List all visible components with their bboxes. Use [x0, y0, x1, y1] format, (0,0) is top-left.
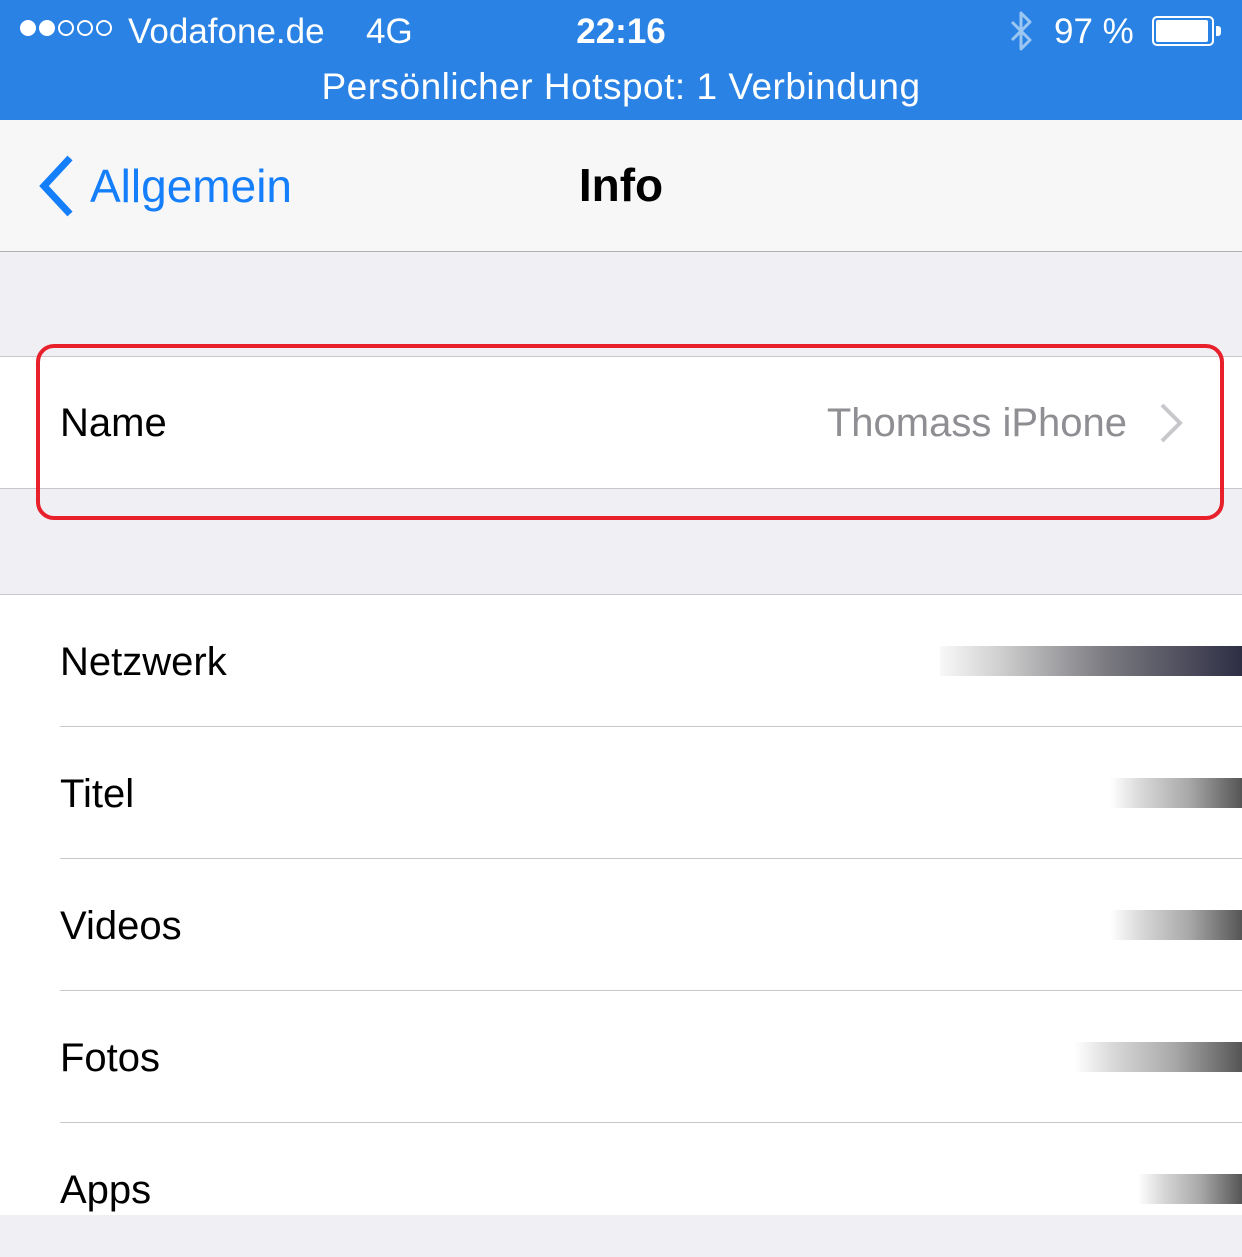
chevron-right-icon — [1160, 403, 1183, 443]
list-item: Fotos — [0, 991, 1242, 1123]
list-item: Videos — [0, 859, 1242, 991]
titel-label: Titel — [60, 772, 135, 816]
redacted-value — [1110, 778, 1242, 808]
list-item: Netzwerk — [0, 595, 1242, 727]
page-title: Info — [578, 159, 664, 211]
hotspot-banner[interactable]: Persönlicher Hotspot: 1 Verbindung — [0, 66, 1242, 108]
name-row[interactable]: Name Thomass iPhone — [0, 357, 1242, 489]
battery-level-fill — [1156, 20, 1209, 42]
list-item: Titel — [0, 727, 1242, 859]
list-item: Apps — [0, 1123, 1242, 1255]
battery-percentage: 97 % — [1054, 12, 1134, 51]
redacted-value — [1110, 910, 1242, 940]
redacted-value — [940, 646, 1242, 676]
redacted-value — [1074, 1042, 1242, 1072]
videos-label: Videos — [60, 904, 182, 948]
apps-label: Apps — [60, 1168, 152, 1212]
battery-icon — [1152, 16, 1214, 46]
battery-tip — [1216, 26, 1221, 36]
name-label: Name — [60, 401, 167, 445]
fotos-label: Fotos — [60, 1036, 161, 1080]
name-value: Thomass iPhone — [826, 401, 1127, 445]
netzwerk-label: Netzwerk — [60, 640, 227, 684]
navigation-bar: Allgemein Info — [0, 120, 1242, 252]
name-section: Name Thomass iPhone — [0, 356, 1242, 489]
info-section: Netzwerk Titel Videos Fotos Apps — [0, 594, 1242, 1215]
status-bar: Vodafone.de 4G 22:16 97 % Persönlicher H… — [0, 0, 1242, 120]
bluetooth-icon — [1010, 11, 1032, 51]
